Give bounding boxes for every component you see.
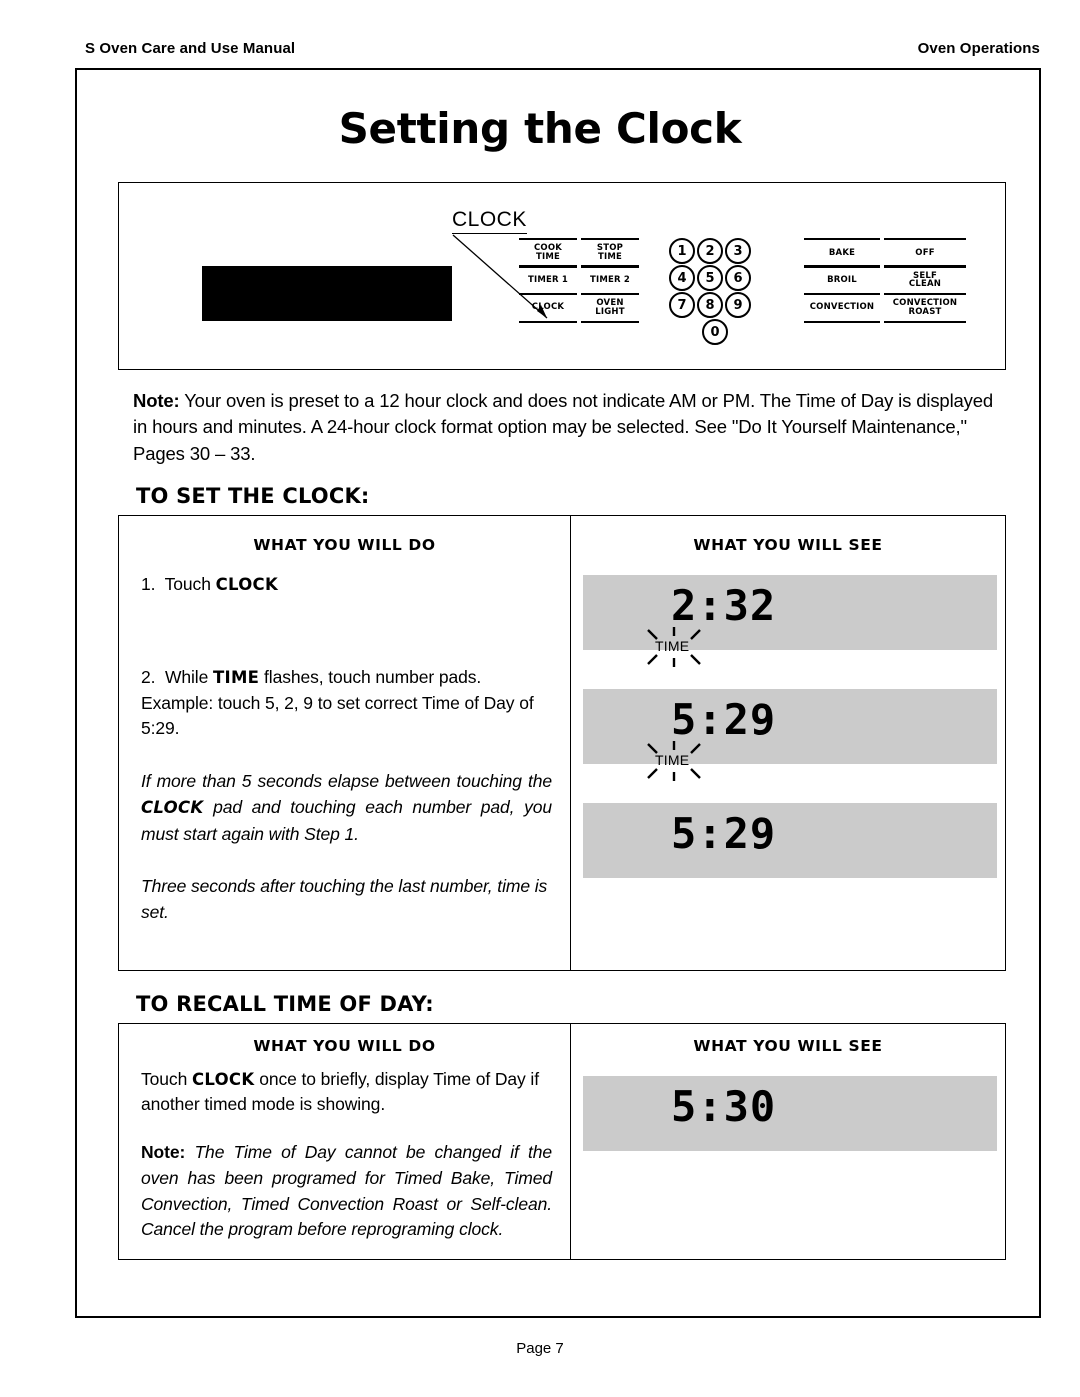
step-1-number: 1. <box>141 574 156 594</box>
note-label: Note: <box>133 390 180 411</box>
pad-convection-roast[interactable]: CONVECTION ROAST <box>884 292 966 323</box>
timeout-note: If more than 5 seconds elapse between to… <box>141 768 552 847</box>
pad-label: OFF <box>915 247 935 258</box>
mode-pad-column-2: OFF SELF CLEAN CONVECTION ROAST <box>884 238 966 323</box>
number-keypad: 1 2 3 4 5 6 7 8 9 0 <box>669 238 761 346</box>
display-1-indicator-label: TIME <box>655 638 690 654</box>
timeout-note-post: pad and touching each number pad, you mu… <box>141 796 552 844</box>
recall-body-pre: Touch <box>141 1069 192 1089</box>
column-header-see: WHAT YOU WILL SEE <box>693 1037 883 1055</box>
key-5[interactable]: 5 <box>697 265 723 291</box>
display-2: 5:29 TIME <box>583 689 997 781</box>
pad-bake[interactable]: BAKE <box>804 238 880 268</box>
key-2[interactable]: 2 <box>697 238 723 264</box>
display-2-indicator-label: TIME <box>655 752 690 768</box>
mode-pad-column-1: BAKE BROIL CONVECTION <box>804 238 880 323</box>
step-1-bold: CLOCK <box>215 575 279 594</box>
step-2-number: 2. <box>141 667 156 688</box>
step-2-pre: While <box>164 667 213 688</box>
section-heading-set-clock: TO SET THE CLOCK: <box>136 484 370 508</box>
display-3-digits: 5:29 <box>671 809 777 858</box>
step-1: 1. Touch CLOCK <box>141 572 552 597</box>
pad-off[interactable]: OFF <box>884 238 966 268</box>
display-1: 2:32 TIME <box>583 575 997 667</box>
function-pad-column-1: COOK TIME TIMER 1 CLOCK <box>519 238 577 323</box>
display-3: 5:29 <box>583 803 997 878</box>
control-panel-diagram: CLOCK COOK TIME TIMER 1 CLOCK STOP TIME … <box>118 182 1006 370</box>
step-1-text: Touch <box>164 574 216 594</box>
key-9[interactable]: 9 <box>725 292 751 318</box>
pad-label: CONVECTION <box>809 302 875 313</box>
key-0[interactable]: 0 <box>702 319 728 345</box>
pad-label: CONVECTION ROAST <box>892 298 958 317</box>
running-head-right: Oven Operations <box>917 40 1040 57</box>
key-7[interactable]: 7 <box>669 292 695 318</box>
pad-label: STOP TIME <box>596 243 624 262</box>
key-8[interactable]: 8 <box>697 292 723 318</box>
column-header-do: WHAT YOU WILL DO <box>253 536 436 554</box>
recall-body: Touch CLOCK once to briefly, display Tim… <box>141 1067 552 1118</box>
pad-timer-1[interactable]: TIMER 1 <box>519 265 577 296</box>
pad-oven-light[interactable]: OVEN LIGHT <box>581 292 639 323</box>
pad-label: BAKE <box>828 247 856 258</box>
running-head-left: S Oven Care and Use Manual <box>85 40 296 57</box>
column-header-do: WHAT YOU WILL DO <box>253 1037 436 1055</box>
step-2-bold: TIME <box>212 668 260 688</box>
pad-label: CLOCK <box>531 302 565 313</box>
pad-cook-time[interactable]: COOK TIME <box>519 238 577 268</box>
running-head: S Oven Care and Use Manual Oven Operatio… <box>85 40 1040 57</box>
key-3[interactable]: 3 <box>725 238 751 264</box>
pad-label: TIMER 2 <box>589 275 631 286</box>
display-2-time-indicator: TIME <box>643 741 705 781</box>
display-1-time-indicator: TIME <box>643 627 705 667</box>
set-clock-what-you-will-see-column: WHAT YOU WILL SEE 2:32 TIME 5:29 TIME 5:… <box>571 516 1005 970</box>
oven-display-panel <box>202 266 452 321</box>
confirm-note: Three seconds after touching the last nu… <box>141 875 548 922</box>
set-clock-steps: 1. Touch CLOCK 2. While TIME flashes, to… <box>119 572 570 925</box>
recall-note-label: Note: <box>141 1141 186 1162</box>
timeout-note-bold: CLOCK <box>141 797 204 817</box>
pad-broil[interactable]: BROIL <box>804 265 880 296</box>
clock-callout-label: CLOCK <box>452 208 527 234</box>
timeout-note-pre: If more than 5 seconds elapse between to… <box>141 770 552 791</box>
recall-time-table: WHAT YOU WILL DO Touch CLOCK once to bri… <box>118 1023 1006 1260</box>
page-title: Setting the Clock <box>338 104 742 153</box>
set-clock-what-you-will-do-column: WHAT YOU WILL DO 1. Touch CLOCK 2. While… <box>119 516 571 970</box>
recall-what-you-will-do-column: WHAT YOU WILL DO Touch CLOCK once to bri… <box>119 1024 571 1259</box>
step-2: 2. While TIME flashes, touch number pads… <box>141 665 552 741</box>
key-6[interactable]: 6 <box>725 265 751 291</box>
recall-note: Note: The Time of Day cannot be changed … <box>141 1140 552 1244</box>
pad-clock[interactable]: CLOCK <box>519 292 577 323</box>
set-clock-table: WHAT YOU WILL DO 1. Touch CLOCK 2. While… <box>118 515 1006 971</box>
pad-label: BROIL <box>827 275 857 286</box>
pad-timer-2[interactable]: TIMER 2 <box>581 265 639 296</box>
recall-steps: Touch CLOCK once to briefly, display Tim… <box>119 1067 570 1243</box>
display-4-digits: 5:30 <box>671 1082 777 1131</box>
display-2-digits: 5:29 <box>671 695 777 744</box>
recall-body-bold: CLOCK <box>191 1070 255 1089</box>
display-4: 5:30 <box>583 1076 997 1151</box>
pad-convection[interactable]: CONVECTION <box>804 292 880 323</box>
pad-stop-time[interactable]: STOP TIME <box>581 238 639 268</box>
section-heading-recall-time: TO RECALL TIME OF DAY: <box>136 992 434 1016</box>
recall-note-text: The Time of Day cannot be changed if the… <box>141 1141 553 1240</box>
page-footer: Page 7 <box>516 1340 564 1357</box>
note-text: Your oven is preset to a 12 hour clock a… <box>133 390 994 464</box>
function-pad-column-2: STOP TIME TIMER 2 OVEN LIGHT <box>581 238 639 323</box>
pad-label: OVEN LIGHT <box>595 298 625 317</box>
display-1-digits: 2:32 <box>671 581 777 630</box>
pad-self-clean[interactable]: SELF CLEAN <box>884 265 966 296</box>
recall-what-you-will-see-column: WHAT YOU WILL SEE 5:30 <box>571 1024 1005 1259</box>
key-1[interactable]: 1 <box>669 238 695 264</box>
pad-label: SELF CLEAN <box>908 270 942 290</box>
pad-label: TIMER 1 <box>527 275 569 286</box>
pad-label: COOK TIME <box>533 243 563 262</box>
preset-note: Note: Your oven is preset to a 12 hour c… <box>133 388 1005 467</box>
column-header-see: WHAT YOU WILL SEE <box>693 536 883 554</box>
key-4[interactable]: 4 <box>669 265 695 291</box>
